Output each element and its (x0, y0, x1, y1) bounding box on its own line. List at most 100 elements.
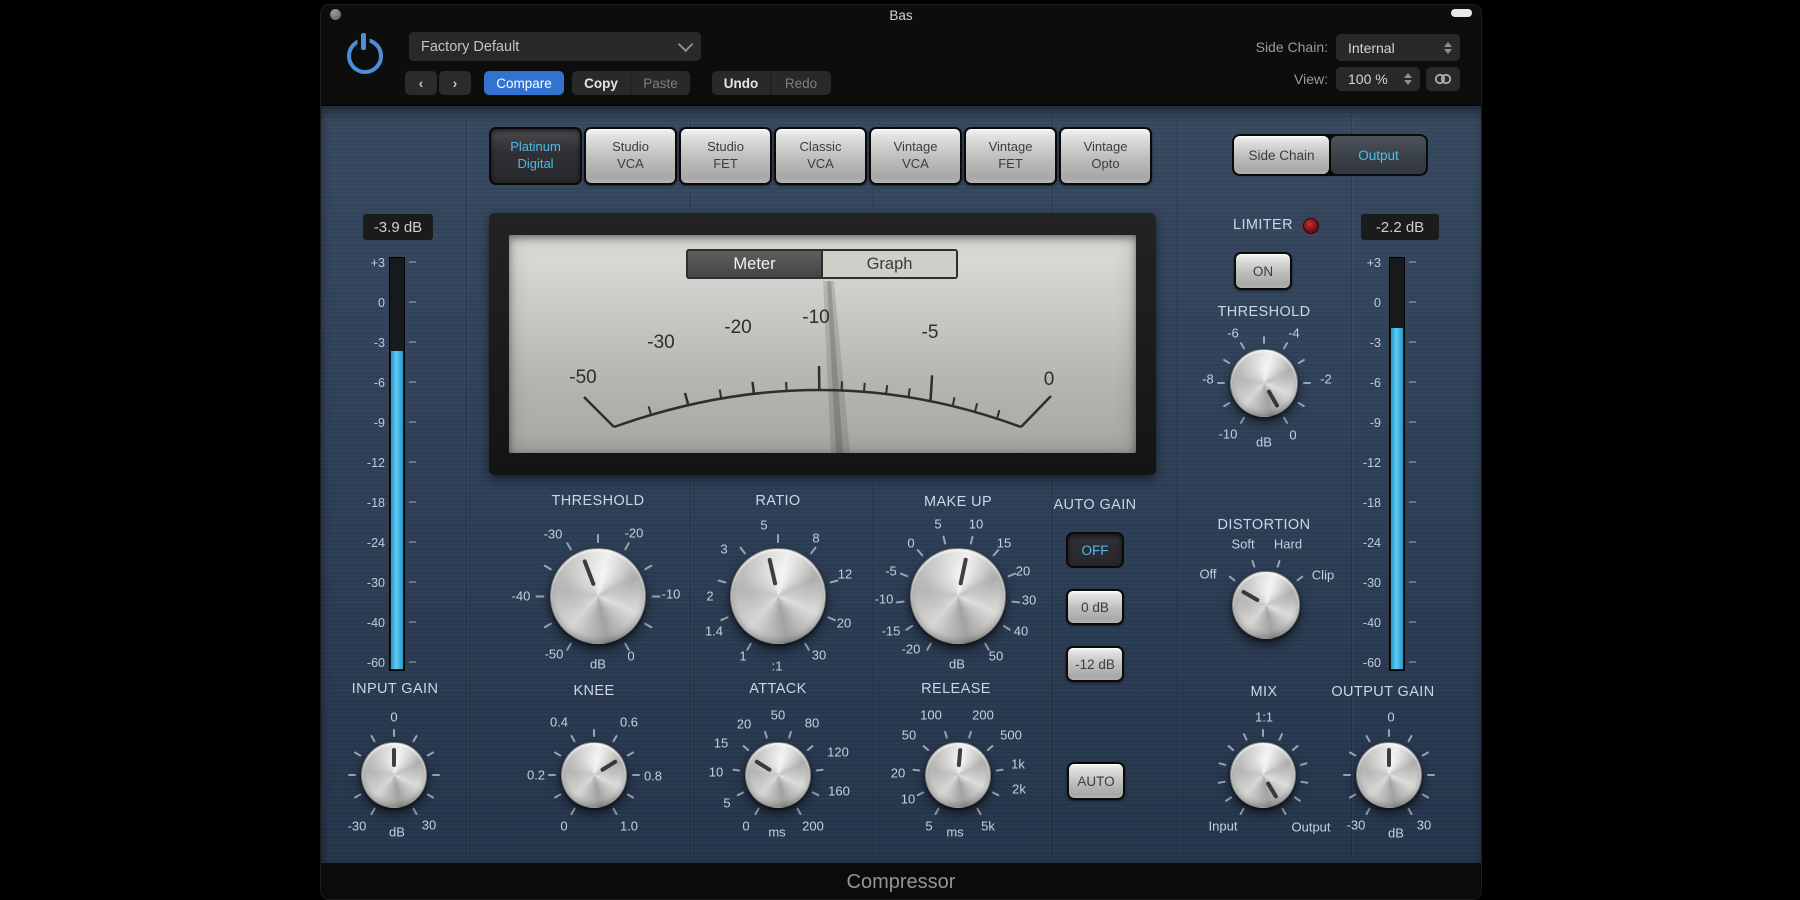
tick-label: Clip (1312, 568, 1334, 583)
tick-label: ms (946, 825, 963, 840)
input-level-fill (391, 351, 403, 669)
chevron-left-icon: ‹ (419, 76, 424, 91)
meter-scale-label: -30 (329, 563, 385, 603)
tab-meter[interactable]: Meter (688, 251, 821, 277)
meter-scale-label: -40 (1325, 603, 1381, 643)
tick-label: 0 (1387, 710, 1394, 725)
tick-label: 0 (1289, 428, 1296, 443)
preset-dropdown[interactable]: Factory Default (409, 32, 701, 61)
limiter-on-button[interactable]: ON (1234, 252, 1292, 290)
circuit-tab-vintage-fet[interactable]: VintageFET (964, 127, 1057, 185)
tick-label: -30 (544, 527, 563, 542)
tick-label: -20 (625, 526, 644, 541)
makeup-knob[interactable] (910, 548, 1006, 644)
tick-label: 20 (837, 616, 851, 631)
paste-button[interactable]: Paste (631, 71, 690, 95)
plugin-name: Compressor (847, 871, 956, 894)
knee-knob[interactable] (561, 742, 627, 808)
mix-knob[interactable] (1230, 742, 1296, 808)
copy-paste-group: Copy Paste (572, 71, 690, 95)
tick-label: 2k (1012, 782, 1026, 797)
link-icon (1433, 72, 1453, 86)
circuit-tab-classic-vca[interactable]: ClassicVCA (774, 127, 867, 185)
vu-meter-face: -50 -30 -20 -10 -5 0 Meter Graph (509, 235, 1136, 453)
tick-label: 30 (422, 818, 436, 833)
copy-button[interactable]: Copy (572, 71, 630, 95)
screen: Bas Factory Default ‹ › Compare Copy Pas… (0, 0, 1800, 900)
tab-side-chain[interactable]: Side Chain (1234, 136, 1329, 174)
undo-button[interactable]: Undo (712, 71, 770, 95)
tick-label: 15 (997, 536, 1011, 551)
meter-scale-label: -6 (1325, 363, 1381, 403)
meter-scale-label: -18 (329, 483, 385, 523)
attack-knob[interactable] (745, 742, 811, 808)
preset-label: Factory Default (421, 39, 519, 55)
output-gain-knob[interactable] (1356, 742, 1422, 808)
limiter-threshold-knob[interactable] (1230, 349, 1298, 417)
circuit-tab-studio-vca[interactable]: StudioVCA (584, 127, 677, 185)
auto-gain-title: AUTO GAIN (1053, 497, 1136, 513)
power-button[interactable] (345, 33, 383, 71)
tick-label: 5k (981, 819, 995, 834)
tick-label: 15 (714, 736, 728, 751)
redo-button[interactable]: Redo (771, 71, 831, 95)
tick-label: 1.0 (620, 819, 638, 834)
vu-label: -5 (922, 322, 939, 343)
tick-label: 20 (737, 717, 751, 732)
view-zoom-select[interactable]: 100 % (1336, 67, 1420, 91)
tick-label: 20 (1016, 564, 1030, 579)
auto-gain-0db-button[interactable]: 0 dB (1066, 589, 1124, 625)
compare-button[interactable]: Compare (484, 71, 564, 95)
tick-label: -5 (885, 564, 897, 579)
tick-label: -8 (1202, 372, 1214, 387)
vu-label: -50 (569, 367, 596, 388)
view-label: View: (1228, 71, 1328, 87)
tick-label: 5 (723, 796, 730, 811)
tick-label: 40 (1014, 624, 1028, 639)
meter-scale-label: -60 (329, 643, 385, 683)
meter-scale-label: -12 (1325, 443, 1381, 483)
tick-label: -2 (1320, 372, 1332, 387)
tick-label: -15 (882, 624, 901, 639)
meter-scale-label: -24 (329, 523, 385, 563)
threshold-knob[interactable] (550, 548, 646, 644)
next-preset-button[interactable]: › (439, 71, 471, 95)
auto-gain-off-button[interactable]: OFF (1066, 532, 1124, 568)
auto-release-button[interactable]: AUTO (1067, 762, 1125, 800)
circuit-tab-platinum-digital[interactable]: PlatinumDigital (489, 127, 582, 185)
tick-label: 0.8 (644, 769, 662, 784)
auto-gain-minus12db-button[interactable]: -12 dB (1066, 646, 1124, 682)
vu-label: -30 (647, 332, 674, 353)
tab-output[interactable]: Output (1331, 136, 1426, 174)
circuit-tab-vintage-vca[interactable]: VintageVCA (869, 127, 962, 185)
release-knob[interactable] (925, 742, 991, 808)
meter-scale-label: 0 (329, 283, 385, 323)
output-gain-reading: -2.2 dB (1361, 214, 1439, 240)
undo-redo-group: Undo Redo (712, 71, 831, 95)
tick-label: 50 (902, 728, 916, 743)
tick-label: 1k (1011, 757, 1025, 772)
window-pill-indicator (1451, 9, 1472, 17)
link-button[interactable] (1426, 67, 1460, 91)
tick-label: -4 (1288, 326, 1300, 341)
tick-label: Input (1209, 819, 1238, 834)
input-gain-knob[interactable] (361, 742, 427, 808)
circuit-tab-vintage-opto[interactable]: VintageOpto (1059, 127, 1152, 185)
prev-preset-button[interactable]: ‹ (405, 71, 437, 95)
tab-graph[interactable]: Graph (823, 251, 956, 277)
tick-label: 0.6 (620, 715, 638, 730)
input-meter-ticks (409, 261, 416, 665)
circuit-tab-studio-fet[interactable]: StudioFET (679, 127, 772, 185)
tick-label: 5 (760, 518, 767, 533)
tick-label: 50 (771, 708, 785, 723)
ratio-knob[interactable] (730, 548, 826, 644)
tick-label: 100 (920, 708, 942, 723)
vu-label: -20 (724, 317, 751, 338)
window-title: Bas (321, 8, 1481, 23)
tick-label: 160 (828, 784, 850, 799)
side-chain-select[interactable]: Internal (1336, 34, 1460, 61)
distortion-knob[interactable] (1232, 571, 1300, 639)
mix-title: MIX (1251, 684, 1278, 700)
input-gain-reading: -3.9 dB (363, 214, 433, 240)
compressor-plugin-window: Bas Factory Default ‹ › Compare Copy Pas… (320, 4, 1482, 900)
